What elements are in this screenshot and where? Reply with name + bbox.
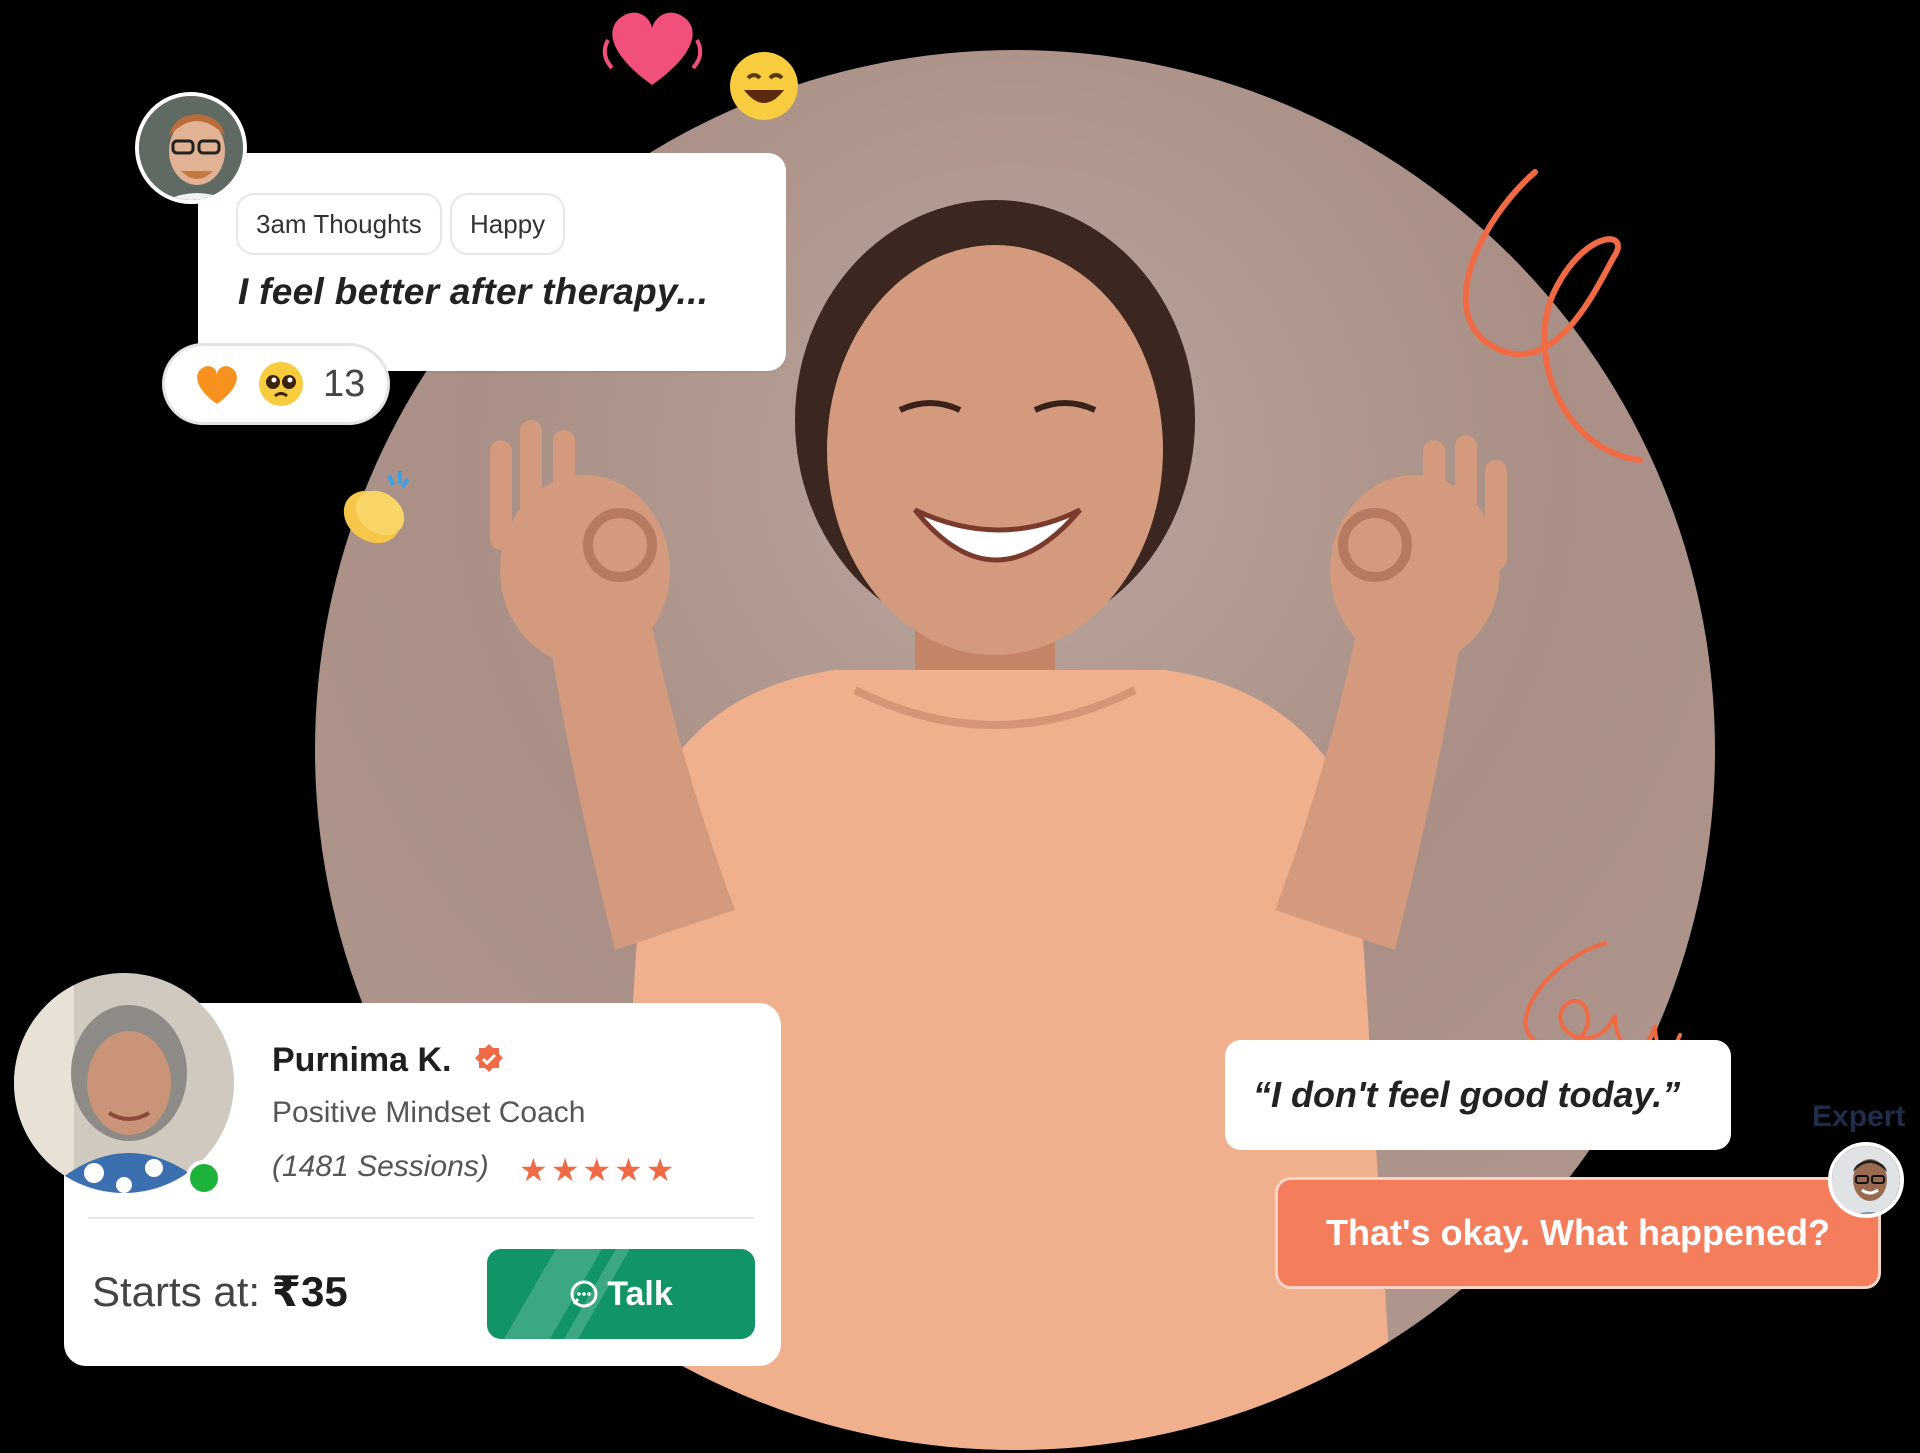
grinning-face-icon — [728, 50, 800, 122]
orange-heart-icon — [197, 366, 237, 404]
post-text: I feel better after therapy... — [238, 271, 709, 312]
tag-happy[interactable]: Happy — [450, 193, 566, 255]
star-icon: ★ — [550, 1152, 583, 1188]
tag-3am-thoughts[interactable]: 3am Thoughts — [236, 193, 442, 255]
expert-avatar — [1828, 1142, 1904, 1218]
expert-label: Expert — [1812, 1100, 1906, 1133]
post-card[interactable]: 3am Thoughts Happy I feel better after t… — [198, 153, 786, 371]
online-status-indicator — [186, 1160, 222, 1196]
reaction-count: 13 — [323, 362, 366, 405]
coach-name: Purnima K. — [272, 1041, 505, 1080]
divider — [88, 1217, 754, 1219]
verified-badge-icon — [474, 1044, 503, 1072]
expert-message-bubble: That's okay. What happened? — [1275, 1177, 1881, 1289]
user-message-bubble: “I don't feel good today.” — [1225, 1040, 1731, 1150]
talk-button[interactable]: Talk — [487, 1249, 755, 1339]
reaction-pill[interactable]: 13 — [162, 343, 390, 425]
price-label: Starts at: — [92, 1268, 261, 1315]
clapping-hands-icon — [334, 465, 414, 550]
coach-sessions: (1481 Sessions) — [272, 1150, 489, 1183]
star-icon: ★ — [582, 1152, 615, 1188]
price-value: ₹35 — [271, 1268, 348, 1315]
heart-icon — [600, 0, 705, 95]
price: Starts at: ₹35 — [92, 1267, 348, 1316]
star-icon: ★ — [614, 1152, 646, 1188]
star-icon: ★ — [645, 1152, 678, 1188]
rating-stars: ★★★★★ — [519, 1151, 677, 1189]
coach-name-text: Purnima K. — [272, 1041, 452, 1079]
swirl-decoration-top — [1462, 169, 1643, 463]
star-icon: ★ — [519, 1152, 551, 1188]
talk-button-label: Talk — [607, 1274, 673, 1313]
avatar — [135, 92, 247, 204]
coach-role: Positive Mindset Coach — [272, 1096, 586, 1129]
chat-bubble-icon — [570, 1280, 598, 1308]
pleading-face-icon — [259, 362, 303, 406]
